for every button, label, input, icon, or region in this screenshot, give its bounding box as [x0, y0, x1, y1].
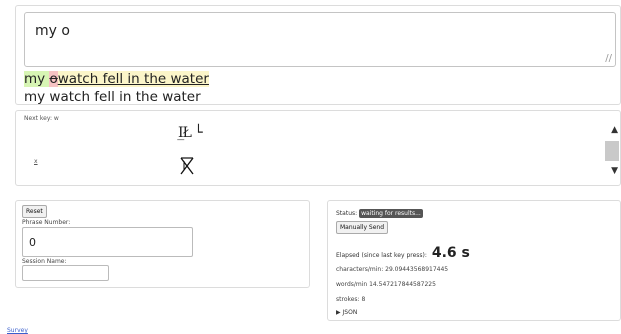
- session-controls-panel: Reset Phrase Number: 0 Session Name:: [15, 200, 310, 288]
- scroll-down-icon[interactable]: ▼: [611, 166, 618, 176]
- phrase-number-input[interactable]: 0: [22, 227, 193, 257]
- strokes-count: strokes: 8: [336, 296, 366, 303]
- gesture-glyph-top: I̲Ł └: [178, 125, 203, 141]
- next-key-label: Next key: w: [24, 115, 59, 122]
- wrong-segment: o: [49, 71, 58, 87]
- elapsed-row: Elapsed (since last key press): 4.6 s: [336, 245, 470, 261]
- key-guide-panel: Next key: w I̲Ł └ x ▲ ▼: [15, 110, 621, 186]
- scrollbar-thumb[interactable]: [605, 141, 619, 161]
- typed-text: my o: [35, 23, 70, 39]
- status-badge: waiting for results...: [359, 209, 423, 218]
- session-name-input[interactable]: [22, 265, 109, 281]
- correct-segment: my: [24, 71, 50, 87]
- input-panel: my o // my owatch fell in the water my w…: [15, 5, 621, 105]
- status-row: Status: waiting for results...: [336, 209, 423, 218]
- target-phrase: my watch fell in the water: [24, 89, 201, 105]
- elapsed-value: 4.6 s: [431, 245, 470, 261]
- json-toggle[interactable]: ▶ JSON: [336, 309, 357, 316]
- reset-button[interactable]: Reset: [22, 205, 47, 218]
- phrase-number-label: Phrase Number:: [22, 219, 71, 226]
- resize-grip-icon[interactable]: //: [605, 53, 612, 64]
- words-per-min: words/min 14.547217844587225: [336, 281, 436, 288]
- gesture-glyph-bottom: [180, 157, 194, 179]
- session-name-label: Session Name:: [22, 258, 67, 265]
- chars-per-min: characters/min: 29.09443568917445: [336, 266, 449, 273]
- scroll-up-icon[interactable]: ▲: [611, 125, 618, 135]
- remaining-segment: watch fell in the water: [57, 71, 209, 87]
- gesture-cross-icon: [180, 157, 194, 175]
- comparison-line: my owatch fell in the water: [24, 71, 209, 87]
- elapsed-label: Elapsed (since last key press):: [336, 252, 427, 259]
- status-label: Status:: [336, 210, 358, 217]
- key-x-label: x: [34, 158, 38, 165]
- manually-send-button[interactable]: Manually Send: [336, 221, 389, 234]
- results-panel: Status: waiting for results... Manually …: [327, 200, 621, 321]
- typed-text-area[interactable]: my o //: [24, 12, 616, 67]
